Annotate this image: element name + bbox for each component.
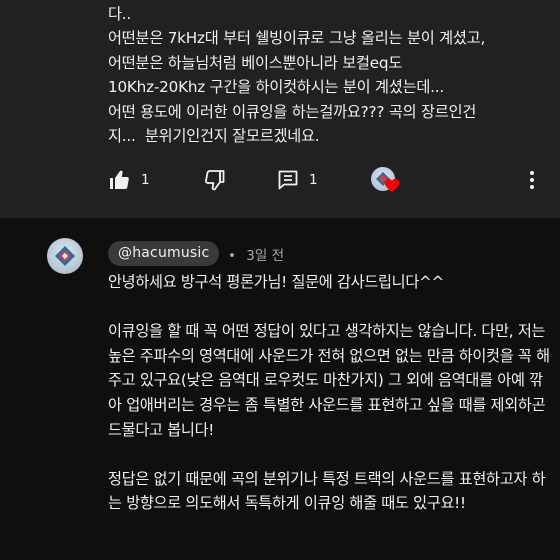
comment-line: 다.. — [108, 5, 132, 23]
thumbs-up-filled-icon — [107, 168, 131, 192]
more-vert-icon — [522, 168, 542, 192]
thumbs-down-icon — [203, 168, 227, 192]
comment-line: 어떤분은 7kHz대 부터 쉘빙이큐로 그냥 올리는 분이 계셨고, — [108, 29, 486, 48]
dislike-button[interactable] — [203, 168, 227, 192]
comment-line: 지... 분위기인건지 잘모르겠네요. — [108, 127, 320, 146]
like-count: 1 — [141, 172, 150, 188]
channel-logo-icon — [55, 246, 75, 266]
reply-meta: • 3일 전 — [228, 244, 284, 264]
reply-paragraph: 안녕하세요 방구석 평론가님! 질문에 감사드립니다^^ — [108, 273, 444, 291]
comment-icon — [276, 168, 300, 192]
like-button[interactable]: 1 — [107, 168, 150, 192]
reply-count: 1 — [309, 172, 318, 188]
meta-separator: • — [228, 248, 236, 264]
reply-paragraph: 이큐잉을 할 때 꼭 어떤 정답이 있다고 생각하지는 않습니다. 다만, 저는… — [108, 322, 550, 439]
avatar[interactable] — [47, 238, 83, 274]
reply-timestamp[interactable]: 3일 전 — [246, 248, 284, 264]
creator-heart-icon — [384, 178, 400, 193]
reply-paragraph: 정답은 없기 때문에 곡의 분위기나 특정 트랙의 사운드를 표현하고자 하는 … — [108, 469, 546, 513]
parent-comment-text: 다.. 어떤분은 7kHz대 부터 쉘빙이큐로 그냥 올리는 분이 계셨고, 어… — [108, 2, 548, 148]
author-handle-chip[interactable]: @hacumusic — [108, 241, 220, 266]
creator-heart-badge — [371, 167, 405, 197]
comment-line: 어떤분은 하늘님처럼 베이스뿐아니라 보컬eq도 — [108, 53, 403, 72]
comment-action-bar: 1 1 — [0, 166, 560, 196]
comment-line: 어떤 용도에 이러한 이큐잉을 하는걸까요??? 곡의 장르인건 — [108, 102, 477, 121]
more-options-button[interactable] — [522, 168, 542, 192]
comment-line: 10Khz-20Khz 구간을 하이컷하시는 분이 계셨는데... — [108, 78, 445, 97]
reply-button[interactable]: 1 — [276, 168, 318, 192]
reply-text: 안녕하세요 방구석 평론가님! 질문에 감사드립니다^^ 이큐잉을 할 때 꼭 … — [108, 270, 550, 516]
highlighted-parent-comment: 다.. 어떤분은 7kHz대 부터 쉘빙이큐로 그냥 올리는 분이 계셨고, 어… — [0, 0, 560, 218]
